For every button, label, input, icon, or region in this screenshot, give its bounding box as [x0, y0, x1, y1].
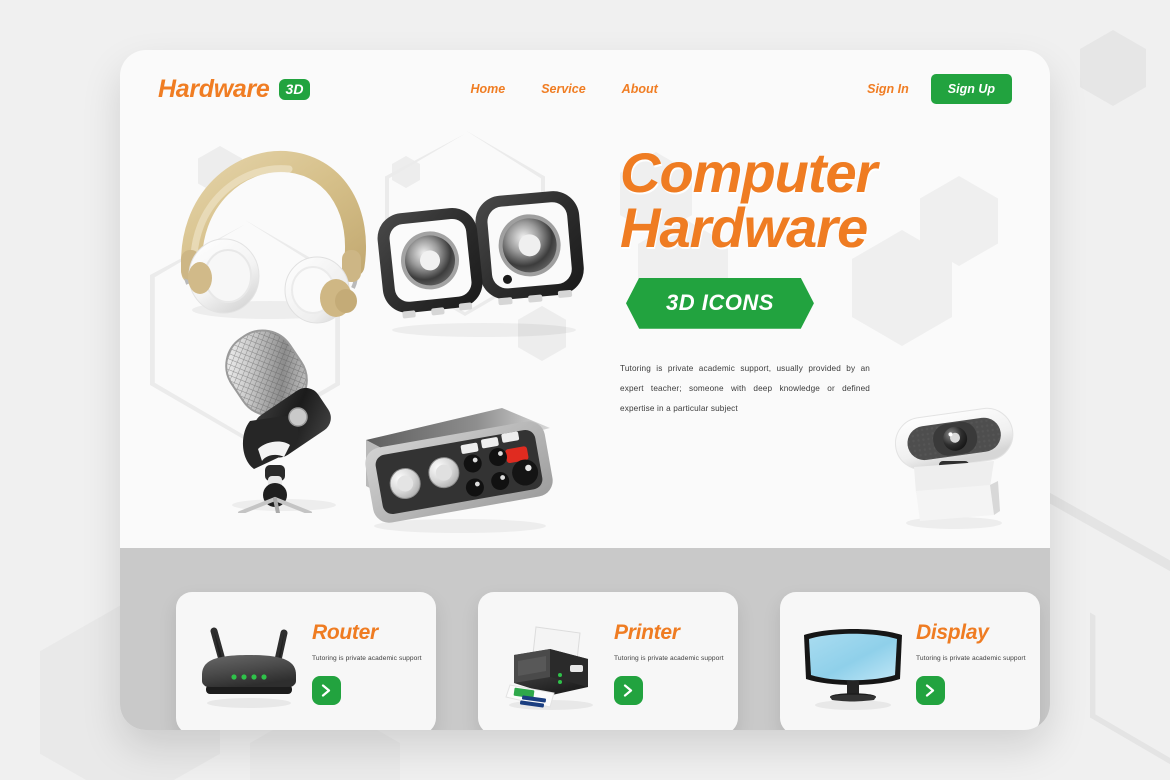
nav-item-service[interactable]: Service	[541, 82, 585, 96]
hero-section: Computer Hardware 3D ICONS Tutoring is p…	[120, 128, 1050, 548]
feature-card-display[interactable]: Display Tutoring is private academic sup…	[780, 592, 1040, 730]
chevron-right-icon	[623, 684, 633, 698]
hero-content: Computer Hardware 3D ICONS Tutoring is p…	[620, 145, 1010, 419]
landing-page-card: Hardware 3D Home Service About Sign In S…	[120, 50, 1050, 730]
nav-item-about[interactable]: About	[622, 82, 658, 96]
hero-3d-icons-badge: 3D ICONS	[626, 277, 814, 329]
card-desc-display: Tutoring is private academic support	[916, 654, 1026, 662]
chevron-right-icon	[925, 684, 935, 698]
sign-in-link[interactable]: Sign In	[867, 82, 909, 96]
feature-card-printer[interactable]: Printer Tutoring is private academic sup…	[478, 592, 738, 730]
card-arrow-button-display[interactable]	[916, 676, 945, 706]
feature-card-router[interactable]: Router Tutoring is private academic supp…	[176, 592, 436, 730]
printer-3d-icon	[492, 608, 610, 718]
card-desc-printer: Tutoring is private academic support	[614, 654, 724, 662]
hero-paragraph: Tutoring is private academic support, us…	[620, 363, 870, 413]
card-arrow-button-router[interactable]	[312, 676, 341, 706]
audio-mixer-3d-icon	[352, 398, 562, 538]
brand-badge-3d: 3D	[278, 78, 311, 100]
router-3d-icon	[190, 608, 308, 718]
microphone-3d-icon	[192, 313, 372, 515]
webcam-3d-icon	[882, 403, 1027, 533]
brand-name: Hardware	[158, 74, 270, 103]
auth-actions: Sign In Sign Up	[867, 74, 1012, 104]
background-hexagon-top-right	[1080, 30, 1146, 106]
card-arrow-button-printer[interactable]	[614, 676, 643, 706]
headphones-3d-icon	[150, 138, 390, 328]
hero-title: Computer Hardware	[620, 145, 1010, 259]
features-section: Router Tutoring is private academic supp…	[120, 548, 1050, 730]
card-desc-router: Tutoring is private academic support	[312, 654, 422, 662]
sign-up-button[interactable]: Sign Up	[930, 74, 1012, 104]
card-title-display: Display	[916, 620, 989, 644]
nav-item-home[interactable]: Home	[470, 82, 505, 96]
monitor-3d-icon	[794, 608, 912, 718]
card-body-display: Display Tutoring is private academic sup…	[912, 621, 1026, 706]
main-navigation: Home Service About	[470, 82, 657, 96]
chevron-right-icon	[321, 684, 331, 698]
card-title-router: Router	[312, 620, 378, 644]
background-hexagon-outline-right	[1040, 228, 1170, 588]
speakers-3d-icon	[372, 188, 602, 338]
site-header: Hardware 3D Home Service About Sign In S…	[120, 50, 1050, 128]
card-body-printer: Printer Tutoring is private academic sup…	[610, 621, 724, 706]
hero-title-line-1: Computer	[620, 141, 877, 204]
feature-card-list: Router Tutoring is private academic supp…	[176, 592, 1040, 730]
hero-title-line-2: Hardware	[620, 195, 868, 259]
background-hexagon-outline-bottom-right	[1090, 560, 1170, 770]
card-body-router: Router Tutoring is private academic supp…	[308, 621, 422, 706]
card-title-printer: Printer	[614, 620, 680, 644]
brand-logo[interactable]: Hardware 3D	[158, 74, 311, 104]
